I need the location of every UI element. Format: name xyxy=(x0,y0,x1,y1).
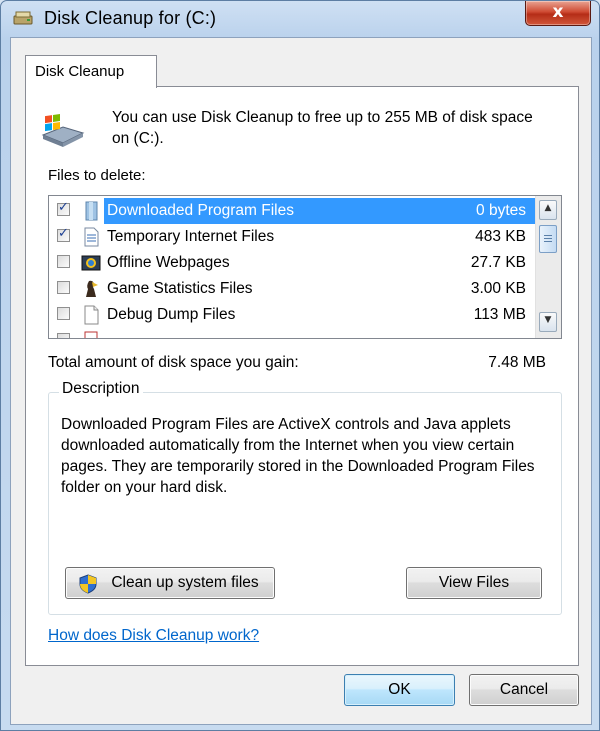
list-item[interactable]: Temporary Internet Files 483 KB xyxy=(49,224,535,250)
cancel-button[interactable]: Cancel xyxy=(469,674,579,706)
file-name: Offline Webpages xyxy=(107,254,230,271)
folder-icon xyxy=(85,201,98,221)
tab-label: Disk Cleanup xyxy=(35,63,125,80)
ok-button[interactable]: OK xyxy=(344,674,455,706)
scroll-down-button[interactable]: ▼ xyxy=(539,312,557,332)
file-checkbox[interactable] xyxy=(57,200,70,216)
window-title: Disk Cleanup for (C:) xyxy=(44,8,217,28)
dialog-client-area: Disk Cleanup You can use Disk Cleanup to… xyxy=(10,37,592,725)
scroll-thumb[interactable] xyxy=(539,225,557,253)
blank-file-icon xyxy=(84,305,99,325)
list-item[interactable]: Debug Dump Files 113 MB xyxy=(49,302,535,328)
uac-shield-icon xyxy=(79,574,97,594)
file-size: 113 MB xyxy=(473,306,526,323)
file-name-cell[interactable]: Game Statistics Files 3.00 KB xyxy=(104,276,535,302)
document-icon xyxy=(84,227,99,247)
title-bar[interactable]: Disk Cleanup for (C:) x xyxy=(1,1,599,37)
file-name: Game Statistics Files xyxy=(107,280,253,297)
description-text: Downloaded Program Files are ActiveX con… xyxy=(61,416,535,496)
file-name-cell[interactable]: Temporary Internet Files 483 KB xyxy=(104,224,535,250)
file-name: Debug Dump Files xyxy=(107,306,236,323)
total-space-label: Total amount of disk space you gain: xyxy=(48,354,299,371)
ok-label: OK xyxy=(388,681,411,698)
total-space-value: 7.48 MB xyxy=(488,354,546,371)
scroll-up-button[interactable]: ▲ xyxy=(539,200,557,220)
game-statistics-icon xyxy=(86,280,98,297)
arrow-down-icon: ▼ xyxy=(544,315,552,325)
files-to-delete-label: Files to delete: xyxy=(48,167,146,184)
file-name-cell[interactable]: Offline Webpages 27.7 KB xyxy=(104,250,535,276)
file-checkbox[interactable] xyxy=(57,226,70,242)
close-icon: x xyxy=(552,2,564,22)
clean-up-system-files-button[interactable]: Clean up system files xyxy=(65,567,275,599)
files-list[interactable]: Downloaded Program Files 0 bytes Tempora… xyxy=(48,195,562,339)
disk-cleanup-icon xyxy=(13,11,33,25)
partial-file-icon xyxy=(84,331,98,338)
file-size: 3.00 KB xyxy=(470,280,526,297)
file-name: Downloaded Program Files xyxy=(107,202,294,219)
file-name-cell[interactable]: Downloaded Program Files 0 bytes xyxy=(104,198,535,224)
file-size: 0 bytes xyxy=(476,202,526,219)
view-files-label: View Files xyxy=(438,574,510,591)
list-item[interactable]: Downloaded Program Files 0 bytes xyxy=(49,198,535,224)
close-button[interactable]: x xyxy=(525,1,591,26)
file-size: 27.7 KB xyxy=(470,254,526,271)
disk-cleanup-window: Disk Cleanup for (C:) x Disk Cleanup You… xyxy=(0,0,600,731)
arrow-up-icon: ▲ xyxy=(544,203,552,213)
file-checkbox[interactable] xyxy=(57,281,70,294)
list-item[interactable]: Game Statistics Files 3.00 KB xyxy=(49,276,535,302)
intro-text: You can use Disk Cleanup to free up to 2… xyxy=(112,109,533,147)
file-name: Temporary Internet Files xyxy=(107,228,275,245)
file-size: 483 KB xyxy=(475,228,526,245)
help-link[interactable]: How does Disk Cleanup work? xyxy=(48,627,259,645)
view-files-button[interactable]: View Files xyxy=(406,567,542,599)
cancel-label: Cancel xyxy=(499,681,549,698)
file-checkbox[interactable] xyxy=(57,333,70,338)
list-item[interactable] xyxy=(49,328,535,338)
offline-webpage-icon xyxy=(81,255,101,271)
disk-cleanup-drive-icon xyxy=(41,114,85,147)
file-checkbox[interactable] xyxy=(57,255,70,268)
file-checkbox[interactable] xyxy=(57,307,70,320)
list-item[interactable]: Offline Webpages 27.7 KB xyxy=(49,250,535,276)
tab-disk-cleanup[interactable]: Disk Cleanup xyxy=(25,55,157,88)
file-name-cell[interactable]: Debug Dump Files 113 MB xyxy=(104,302,535,328)
list-scrollbar[interactable]: ▲ ▼ xyxy=(535,196,561,338)
clean-up-system-files-label: Clean up system files xyxy=(111,574,259,591)
description-title: Description xyxy=(59,380,143,398)
